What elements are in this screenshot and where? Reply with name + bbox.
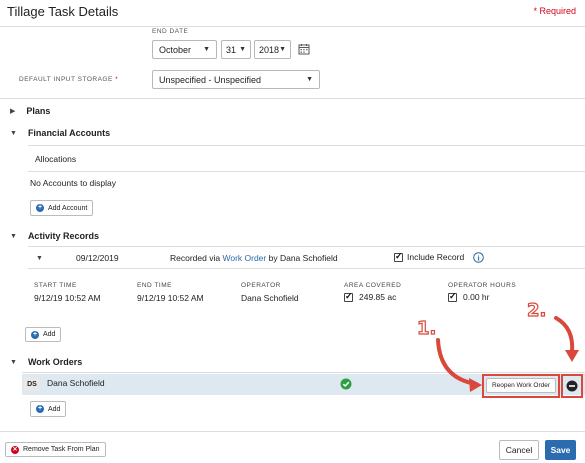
footer-divider xyxy=(0,431,585,432)
plus-icon: + xyxy=(36,405,44,413)
remove-task-label: Remove Task From Plan xyxy=(23,446,100,453)
remove-task-button[interactable]: ✕ Remove Task From Plan xyxy=(5,442,106,457)
cancel-button[interactable]: Cancel xyxy=(499,440,539,460)
annotation-label-2: 2. xyxy=(526,299,547,321)
annotation-label-1: 1. xyxy=(416,317,437,339)
save-button[interactable]: Save xyxy=(545,440,576,460)
annotation-arrows xyxy=(436,316,579,392)
close-icon: ✕ xyxy=(11,445,19,454)
add-work-order-button[interactable]: + Add xyxy=(30,401,67,417)
add-work-order-label: Add xyxy=(48,405,61,413)
